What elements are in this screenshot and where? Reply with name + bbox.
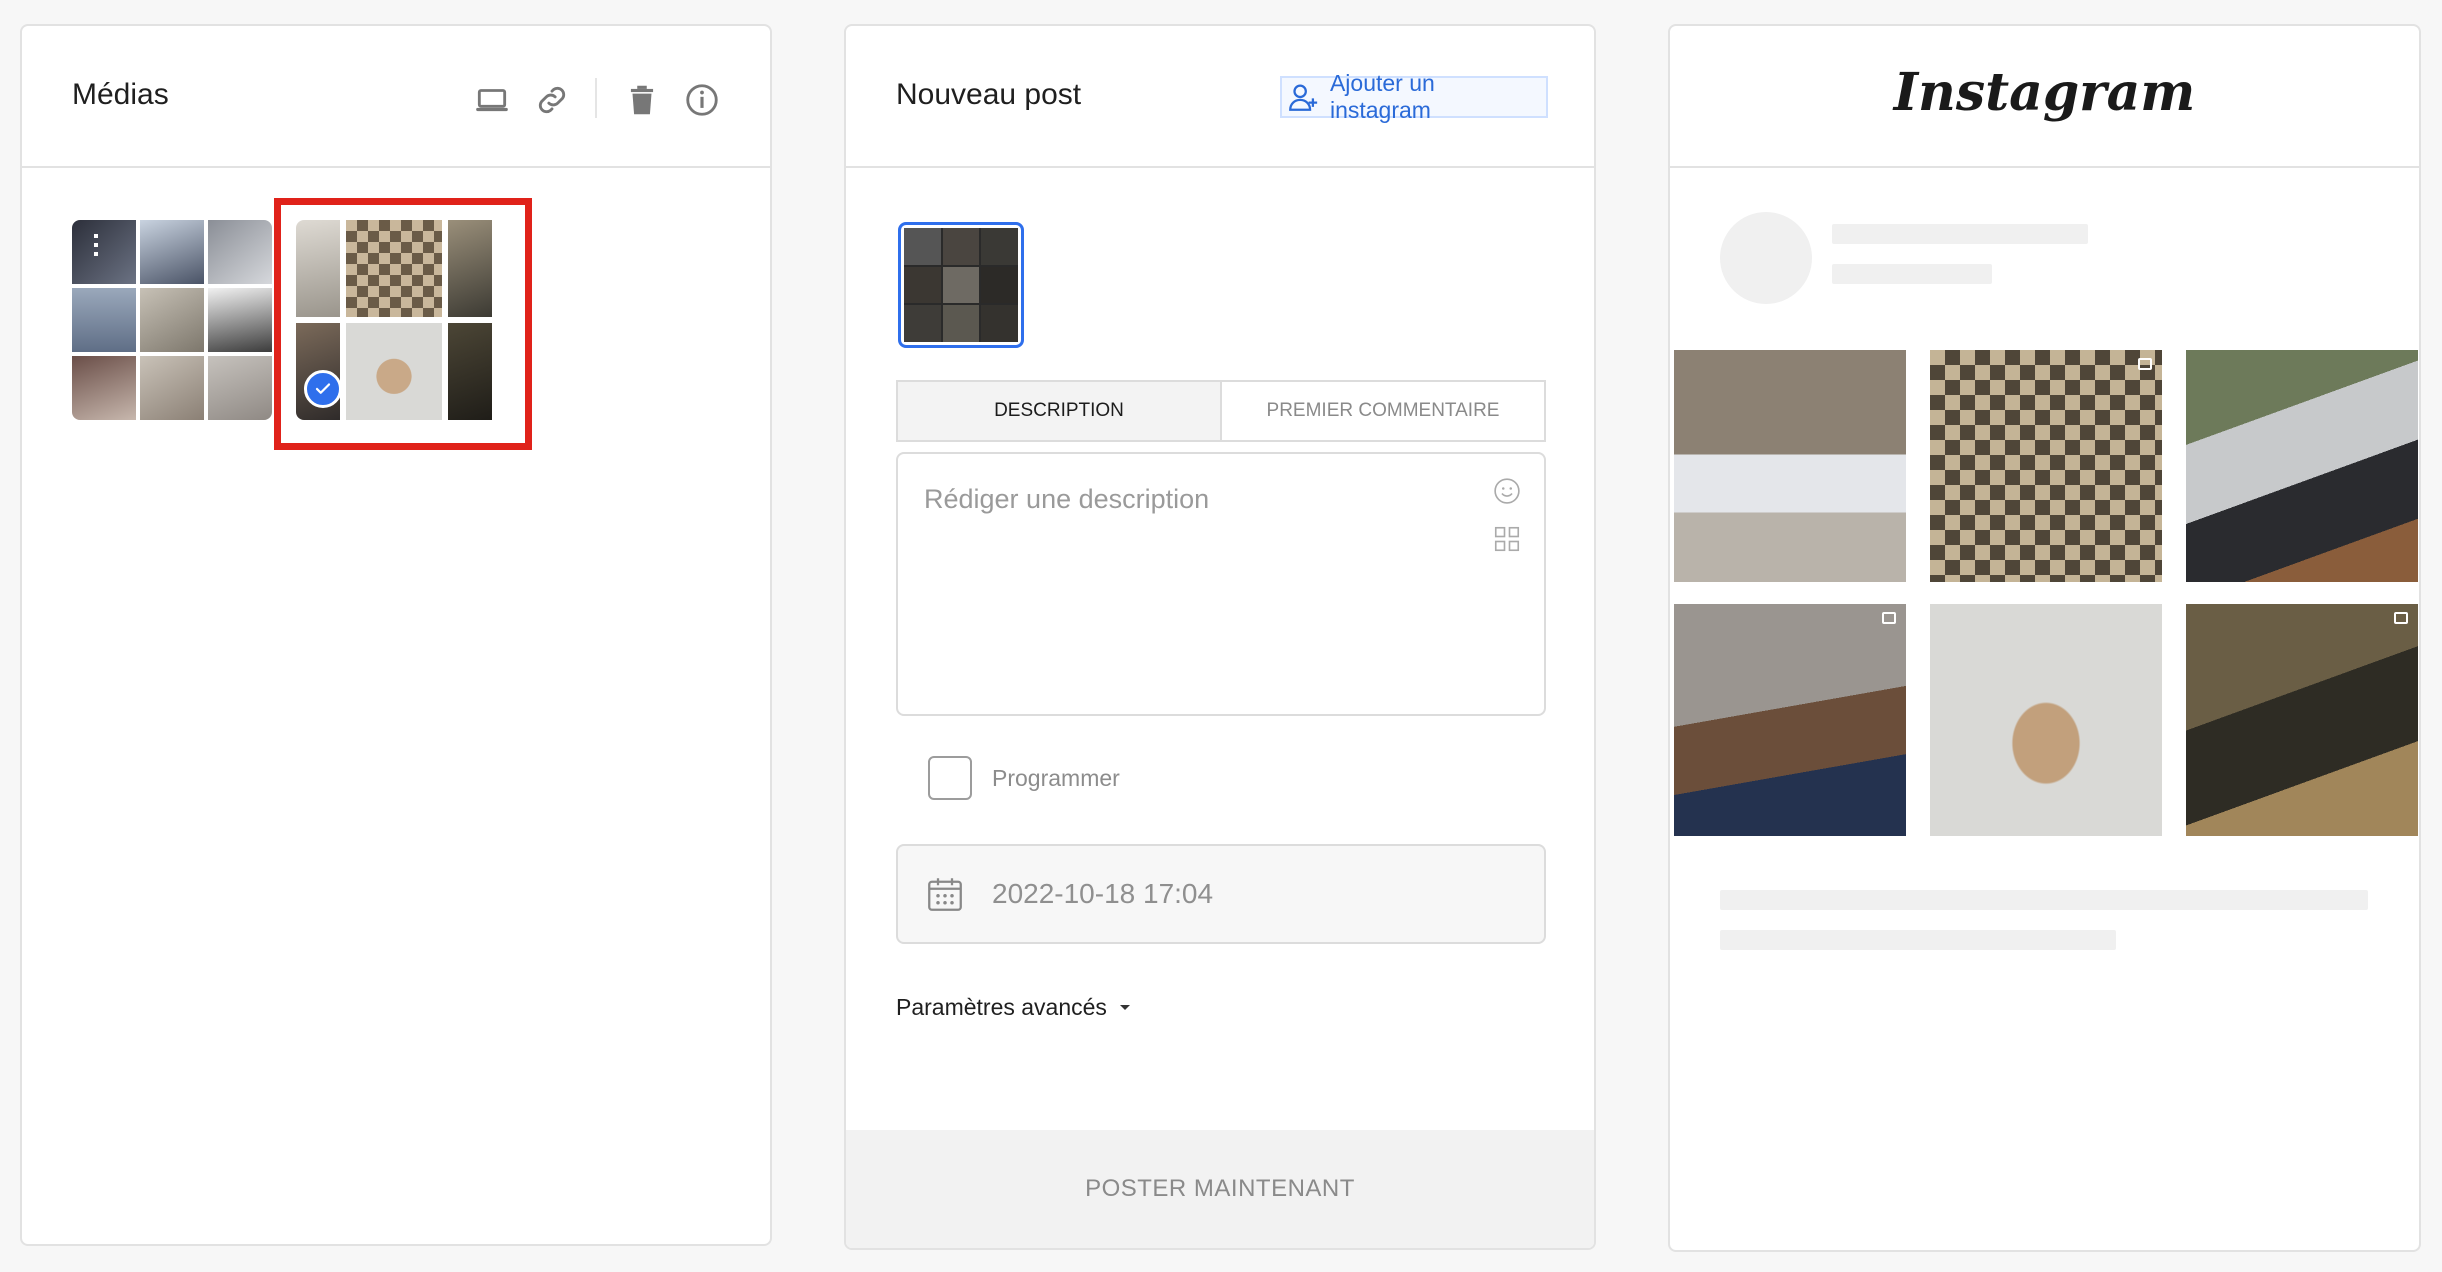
schedule-row: Programmer (928, 756, 1120, 800)
media-thumbnail (140, 220, 204, 284)
feed-post (1674, 350, 1906, 582)
instagram-header: Instagram (1670, 26, 2419, 168)
media-thumbnail (140, 288, 204, 352)
media-thumbnail (72, 288, 136, 352)
schedule-label: Programmer (992, 764, 1120, 791)
feed-post (1930, 604, 2162, 836)
advanced-settings-label: Paramètres avancés (896, 994, 1107, 1020)
add-from-link-button[interactable] (530, 78, 574, 122)
feed-post (1930, 350, 2162, 582)
delete-button[interactable] (620, 78, 664, 122)
feed-post (2186, 350, 2418, 582)
media-thumbnail (208, 220, 272, 284)
tab-first-comment[interactable]: PREMIER COMMENTAIRE (1222, 382, 1544, 440)
media-thumbnail (346, 220, 442, 317)
media-collage (904, 228, 1018, 342)
media-title: Médias (72, 78, 169, 111)
media-thumbnail (140, 356, 204, 420)
upload-from-computer-button[interactable] (470, 78, 514, 122)
username-placeholder (1832, 224, 2088, 244)
emoji-icon[interactable] (1492, 476, 1522, 506)
description-placeholder: Rédiger une description (924, 484, 1210, 514)
post-now-button[interactable]: POSTER MAINTENANT (846, 1130, 1594, 1248)
carousel-icon (1882, 612, 1896, 624)
carousel-icon (2138, 358, 2152, 370)
caret-down-icon (1119, 1004, 1130, 1010)
new-post-header: Nouveau post Ajouter un instagram (846, 26, 1594, 168)
info-button[interactable] (680, 78, 724, 122)
new-post-title: Nouveau post (896, 78, 1082, 111)
avatar-placeholder (1720, 212, 1812, 304)
more-options-icon[interactable] (94, 234, 98, 256)
instagram-preview-panel: Instagram (1668, 24, 2421, 1252)
media-thumbnail (72, 356, 136, 420)
description-textarea[interactable]: Rédiger une description (896, 452, 1546, 716)
toolbar-divider (595, 78, 597, 118)
add-user-icon (1289, 84, 1318, 111)
trash-icon (630, 85, 654, 115)
instagram-logo: Instagram (1893, 62, 2196, 123)
add-instagram-label: Ajouter un instagram (1329, 70, 1435, 123)
media-thumbnail (296, 220, 340, 317)
bio-placeholder (1832, 264, 1992, 284)
media-thumbnail (208, 356, 272, 420)
selected-check-icon (304, 370, 342, 408)
grid-icon[interactable] (1492, 524, 1522, 554)
date-field[interactable]: 2022-10-18 17:04 (896, 844, 1546, 944)
link-icon (538, 86, 566, 114)
add-instagram-account-button[interactable]: Ajouter un instagram (1280, 70, 1548, 123)
instagram-feed-grid (1674, 350, 2418, 836)
media-thumbnail (72, 220, 136, 284)
new-post-panel: Nouveau post Ajouter un instagram DESCRI… (844, 24, 1596, 1250)
media-panel: Médias (20, 24, 772, 1246)
calendar-icon (928, 878, 962, 911)
feed-post (1674, 604, 1906, 836)
media-header: Médias (22, 26, 770, 168)
advanced-settings-toggle[interactable]: Paramètres avancés (896, 994, 1131, 1021)
caption-placeholder (1720, 890, 2368, 910)
carousel-icon (2394, 612, 2408, 624)
description-tabs: DESCRIPTION PREMIER COMMENTAIRE (896, 380, 1546, 442)
info-icon (686, 84, 718, 116)
caption-placeholder (1720, 930, 2116, 950)
laptop-icon (476, 89, 508, 112)
schedule-checkbox[interactable] (928, 756, 972, 800)
media-thumbnail (448, 323, 492, 420)
tab-description[interactable]: DESCRIPTION (898, 382, 1222, 440)
media-thumbnail (448, 220, 492, 317)
selected-media-thumbnail[interactable] (898, 222, 1024, 348)
media-thumbnail (346, 323, 442, 420)
media-group-1[interactable] (72, 220, 272, 420)
media-thumbnail (208, 288, 272, 352)
date-value: 2022-10-18 17:04 (992, 878, 1214, 909)
feed-post (2186, 604, 2418, 836)
